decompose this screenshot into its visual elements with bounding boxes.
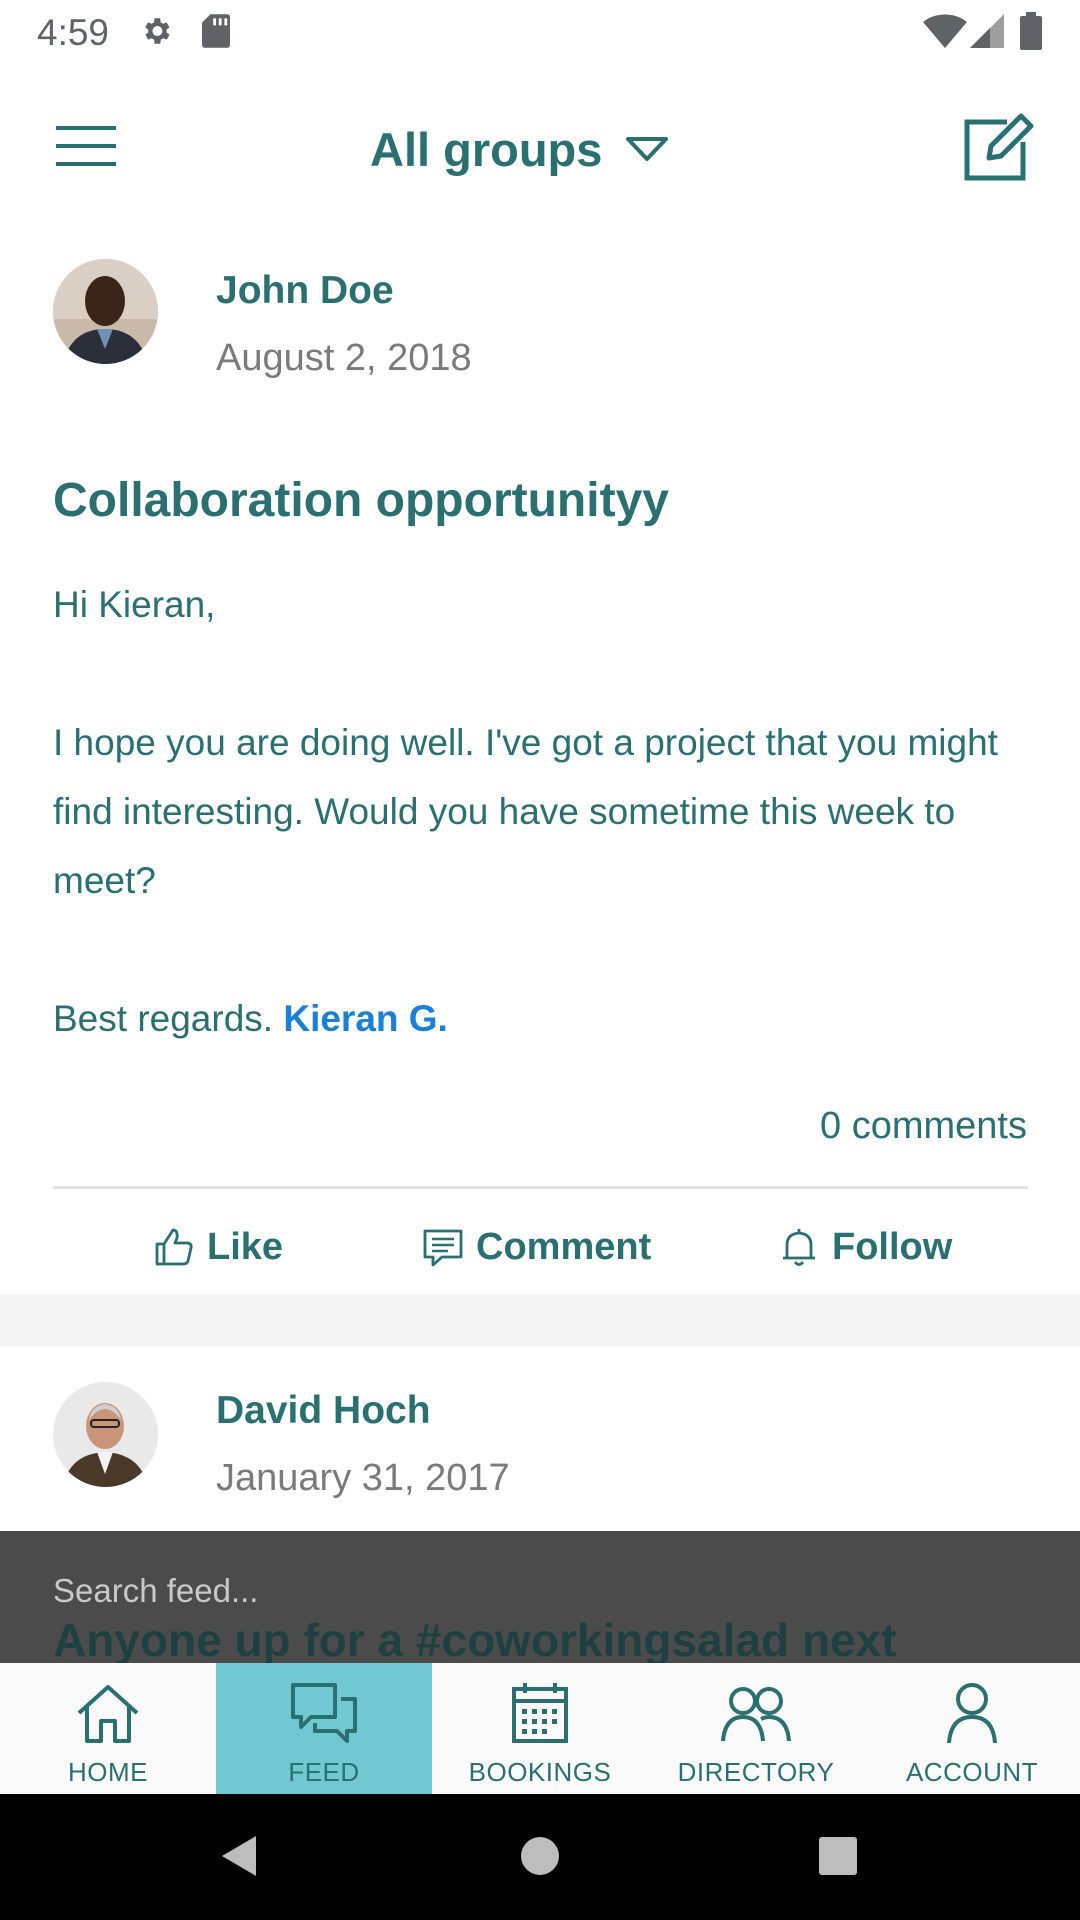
comments-count-link[interactable]: 0 comments [820,1105,1027,1148]
post-separator [0,1294,1080,1347]
nav-label-directory: DIRECTORY [677,1757,835,1787]
nav-item-account[interactable]: ACCOUNT [864,1663,1080,1794]
author-avatar[interactable] [53,1382,158,1487]
post-greeting: Hi Kieran, [53,584,216,625]
post-author[interactable]: David Hoch [216,1389,431,1433]
post-author[interactable]: John Doe [216,269,394,313]
system-navigation-bar [0,1794,1080,1920]
post-body: Hi Kieran, I hope you are doing well. I'… [53,570,1033,1053]
comment-icon [423,1229,463,1267]
people-icon [721,1687,791,1742]
status-time: 4:59 [37,12,110,53]
recents-square-icon[interactable] [818,1834,858,1878]
hamburger-menu-icon [56,126,116,166]
search-bar: Anyone up for a #coworkingsalad next [0,1531,1080,1663]
battery-icon [1020,12,1042,50]
menu-button[interactable] [40,110,132,182]
compose-edit-icon [964,113,1034,181]
nav-label-home: HOME [68,1757,148,1787]
app-bar: All groups [0,62,1080,227]
status-bar: 4:59 [0,0,1080,62]
group-title: All groups [370,122,603,176]
like-button[interactable]: Like [153,1217,283,1277]
avatar-image [53,1382,158,1487]
nav-item-directory[interactable]: DIRECTORY [648,1663,864,1794]
user-mention-link[interactable]: Kieran G. [283,998,448,1039]
follow-label: Follow [832,1225,953,1268]
group-selector-dropdown[interactable]: All groups [370,114,670,184]
feed-list[interactable]: John Doe August 2, 2018 Collaboration op… [0,227,1080,1663]
chat-bubbles-icon [291,1683,357,1743]
avatar-image [53,259,158,364]
wifi-icon [923,14,967,48]
nav-label-bookings: BOOKINGS [468,1757,612,1787]
post-date: January 31, 2017 [216,1457,510,1499]
bottom-navigation: HOME FEED BOOKINGS DIRECTORY ACCOUNT [0,1663,1080,1794]
follow-button[interactable]: Follow [778,1217,952,1277]
post-signoff: Best regards. [53,998,274,1039]
compose-button[interactable] [955,106,1035,186]
calendar-icon [512,1683,568,1743]
nav-label-feed: FEED [288,1757,360,1787]
search-feed-input[interactable] [53,1561,1023,1621]
post-date: August 2, 2018 [216,337,472,379]
person-icon [947,1683,997,1744]
back-icon[interactable] [218,1834,258,1878]
settings-gear-icon [145,18,170,44]
comment-label: Comment [476,1225,652,1268]
home-icon [77,1685,139,1743]
comment-button[interactable]: Comment [422,1217,651,1277]
post-signoff-line: Best regards. Kieran G. [53,984,1033,1053]
nav-label-account: ACCOUNT [905,1757,1039,1787]
bell-icon [783,1229,815,1266]
thumbs-up-icon [155,1228,193,1266]
cell-signal-icon [970,14,1004,48]
post-title: Collaboration opportunityy [53,474,669,527]
divider [53,1186,1028,1189]
nav-item-home[interactable]: HOME [0,1663,216,1794]
nav-item-bookings[interactable]: BOOKINGS [432,1663,648,1794]
like-label: Like [207,1225,284,1268]
post-body-text: I hope you are doing well. I've got a pr… [53,722,998,901]
home-circle-icon[interactable] [520,1834,560,1878]
nav-item-feed[interactable]: FEED [216,1663,432,1794]
sd-card-icon [202,14,230,48]
author-avatar[interactable] [53,259,158,364]
feed-post: John Doe August 2, 2018 Collaboration op… [0,227,1080,1294]
caret-down-icon [626,137,669,161]
